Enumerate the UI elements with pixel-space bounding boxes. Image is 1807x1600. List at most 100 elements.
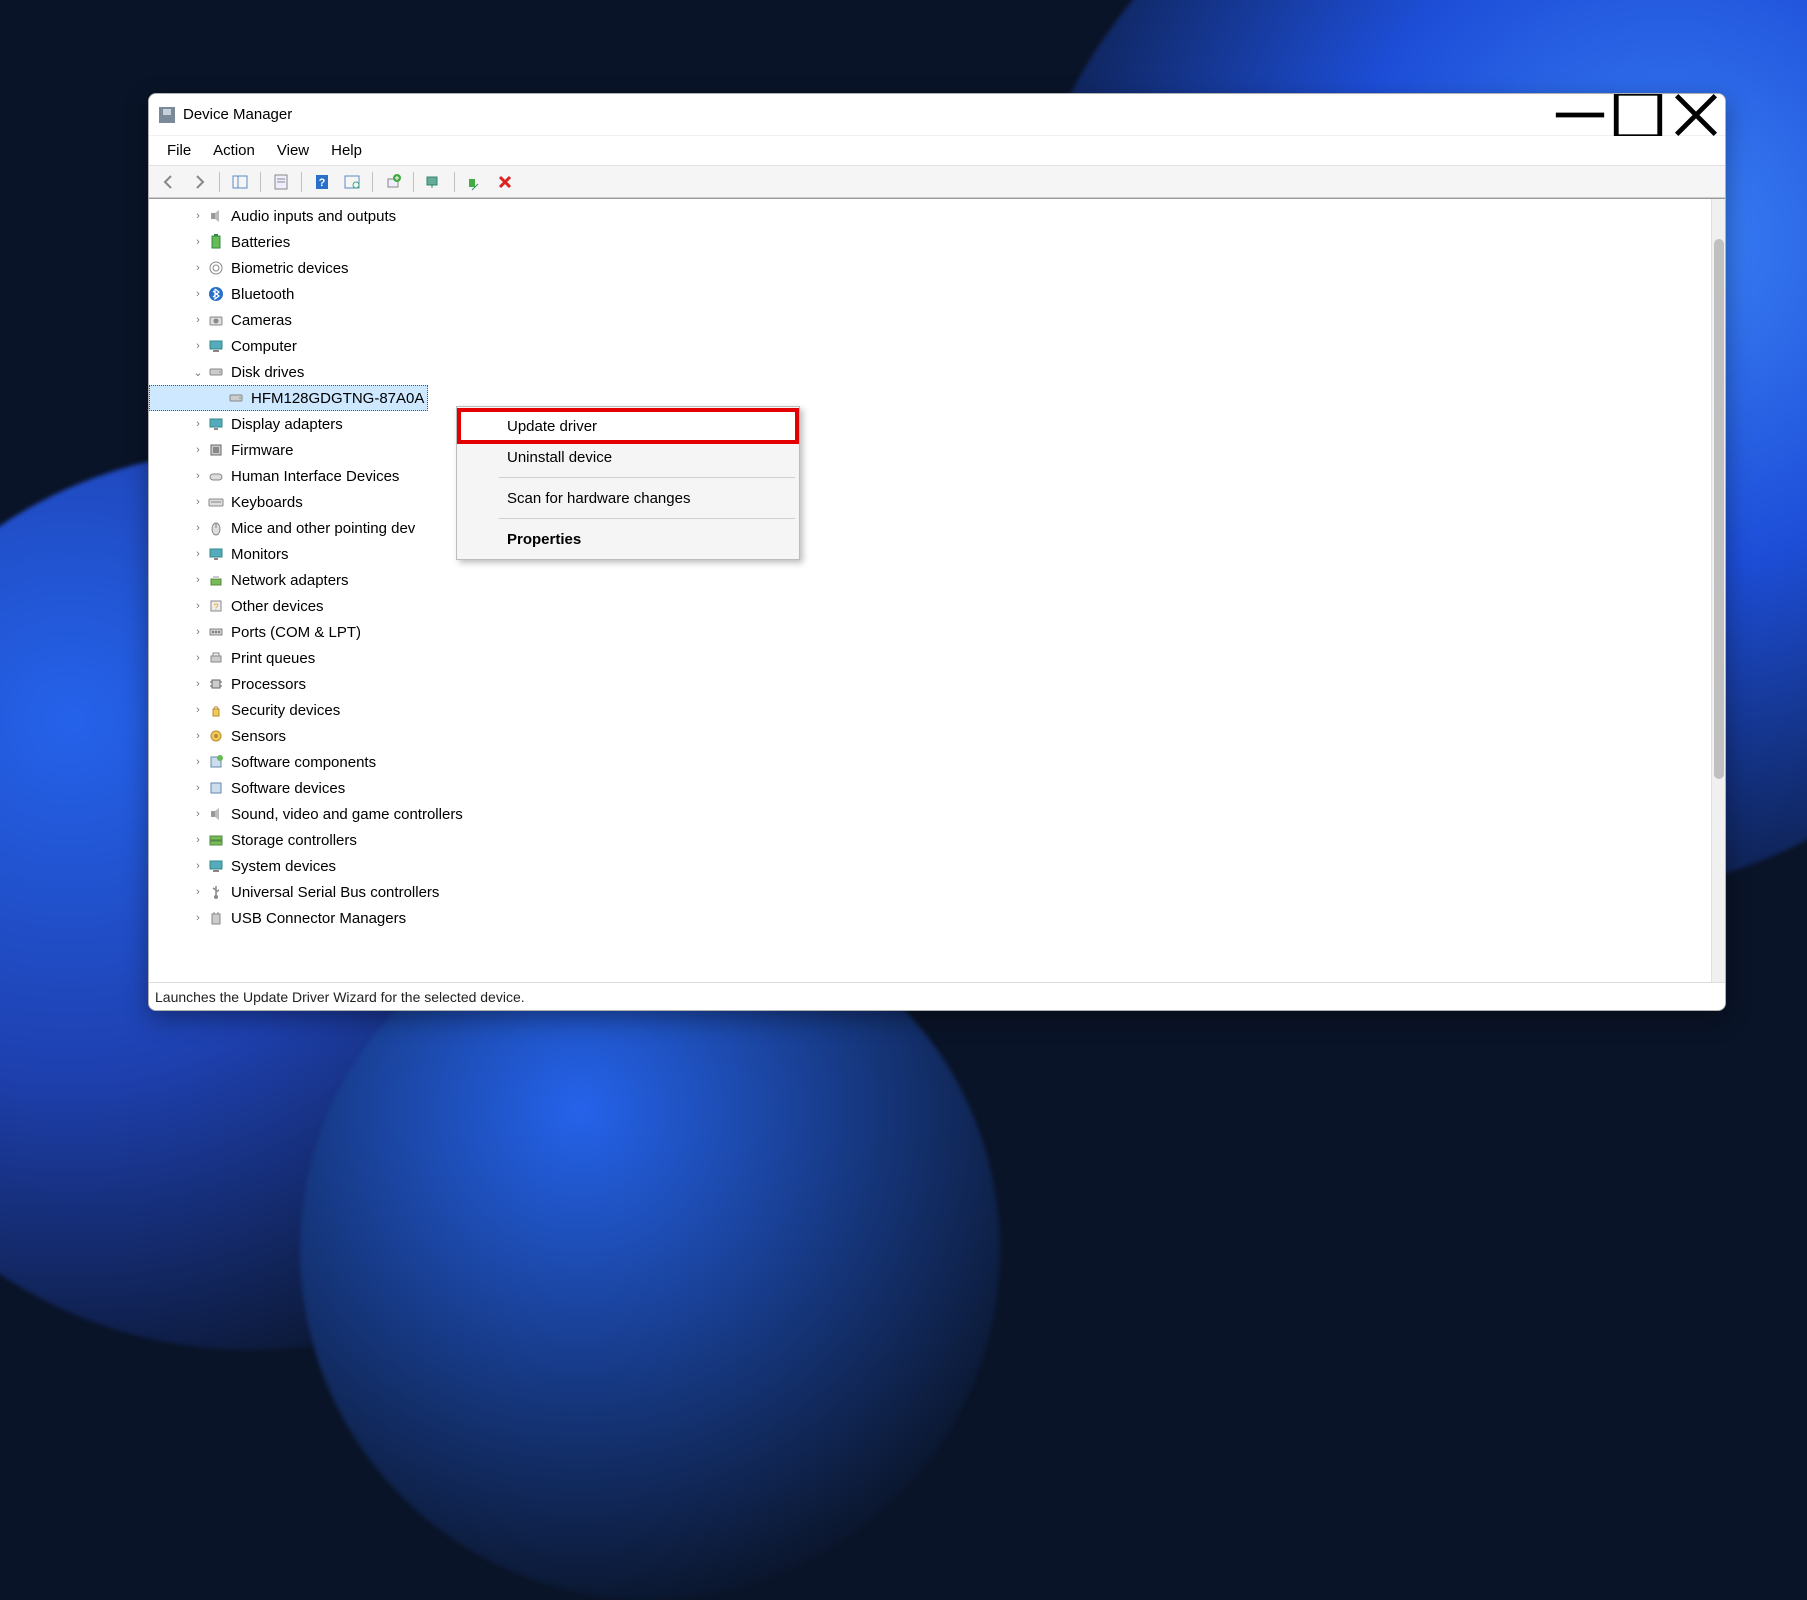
tree-node[interactable]: ›Biometric devices bbox=[149, 255, 1711, 281]
svg-text:?: ? bbox=[319, 177, 326, 189]
close-button[interactable] bbox=[1667, 94, 1725, 136]
chevron-icon[interactable]: › bbox=[189, 600, 207, 612]
chevron-icon[interactable]: › bbox=[189, 808, 207, 820]
tree-node[interactable]: › Display adapters bbox=[149, 411, 1711, 437]
chevron-icon[interactable]: › bbox=[189, 730, 207, 742]
device-manager-window: Device Manager File Action View Help ? bbox=[148, 93, 1726, 1011]
chevron-icon[interactable]: › bbox=[189, 288, 207, 300]
chevron-icon[interactable]: › bbox=[189, 340, 207, 352]
computer-icon bbox=[207, 338, 225, 354]
tree-node[interactable]: ›Software devices bbox=[149, 775, 1711, 801]
tree-node[interactable]: ›Monitors bbox=[149, 541, 1711, 567]
maximize-button[interactable] bbox=[1609, 94, 1667, 136]
tree-node-label: Processors bbox=[231, 676, 306, 693]
chevron-icon[interactable]: › bbox=[189, 444, 207, 456]
status-text: Launches the Update Driver Wizard for th… bbox=[155, 989, 525, 1005]
disable-device-button[interactable] bbox=[461, 170, 489, 194]
chevron-icon[interactable]: › bbox=[189, 470, 207, 482]
chevron-icon[interactable]: › bbox=[189, 418, 207, 430]
tree-node-label: Display adapters bbox=[231, 416, 343, 433]
chevron-icon[interactable]: › bbox=[189, 704, 207, 716]
menu-view[interactable]: View bbox=[267, 140, 319, 161]
tree-node[interactable]: › Keyboards bbox=[149, 489, 1711, 515]
menu-action[interactable]: Action bbox=[203, 140, 265, 161]
chevron-icon[interactable]: › bbox=[189, 522, 207, 534]
tree-node[interactable]: ›Universal Serial Bus controllers bbox=[149, 879, 1711, 905]
chevron-icon[interactable]: › bbox=[189, 782, 207, 794]
chevron-icon[interactable]: › bbox=[189, 314, 207, 326]
chevron-icon[interactable]: › bbox=[189, 886, 207, 898]
tree-node[interactable]: › Software components bbox=[149, 749, 1711, 775]
tree-node[interactable]: ›Bluetooth bbox=[149, 281, 1711, 307]
update-driver-button[interactable] bbox=[379, 170, 407, 194]
chevron-icon[interactable]: › bbox=[189, 834, 207, 846]
chevron-icon[interactable]: › bbox=[189, 626, 207, 638]
chevron-icon[interactable]: › bbox=[189, 652, 207, 664]
disk-icon bbox=[227, 390, 245, 406]
titlebar[interactable]: Device Manager bbox=[149, 94, 1725, 136]
tree-node[interactable]: ›Mice and other pointing dev bbox=[149, 515, 1711, 541]
chevron-icon[interactable]: › bbox=[189, 912, 207, 924]
chevron-icon[interactable]: › bbox=[189, 860, 207, 872]
chevron-icon[interactable]: › bbox=[189, 678, 207, 690]
tree-node[interactable]: › Cameras bbox=[149, 307, 1711, 333]
nav-forward-button[interactable] bbox=[185, 170, 213, 194]
tree-node[interactable]: ›Human Interface Devices bbox=[149, 463, 1711, 489]
chevron-icon[interactable]: › bbox=[189, 548, 207, 560]
tree-node-label: Software components bbox=[231, 754, 376, 771]
tree-node[interactable]: ›Batteries bbox=[149, 229, 1711, 255]
enable-device-button[interactable] bbox=[420, 170, 448, 194]
chevron-icon[interactable]: ⌄ bbox=[189, 366, 207, 379]
tree-node[interactable]: ›USB Connector Managers bbox=[149, 905, 1711, 931]
chevron-icon[interactable]: › bbox=[189, 574, 207, 586]
tree-node[interactable]: ›Security devices bbox=[149, 697, 1711, 723]
chevron-icon[interactable]: › bbox=[189, 210, 207, 222]
scan-hardware-button[interactable] bbox=[338, 170, 366, 194]
minimize-button[interactable] bbox=[1551, 94, 1609, 136]
tree-node[interactable]: ›Print queues bbox=[149, 645, 1711, 671]
tree-node-label: Cameras bbox=[231, 312, 292, 329]
tree-node[interactable]: ›Ports (COM & LPT) bbox=[149, 619, 1711, 645]
tree-node[interactable]: ›Computer bbox=[149, 333, 1711, 359]
tree-node[interactable]: ›Sound, video and game controllers bbox=[149, 801, 1711, 827]
tree-node[interactable]: ›Firmware bbox=[149, 437, 1711, 463]
scrollbar[interactable] bbox=[1711, 199, 1725, 982]
toolbar: ? bbox=[149, 166, 1725, 198]
chevron-icon[interactable]: › bbox=[189, 236, 207, 248]
cpu-icon bbox=[207, 676, 225, 692]
tree-node[interactable]: › Audio inputs and outputs bbox=[149, 203, 1711, 229]
tree-node[interactable]: ›System devices bbox=[149, 853, 1711, 879]
tree-node[interactable]: › Network adapters bbox=[149, 567, 1711, 593]
context-menu-item[interactable]: Properties bbox=[459, 523, 797, 555]
device-tree[interactable]: › Audio inputs and outputs ›Batteries›Biom… bbox=[149, 199, 1711, 982]
menu-file[interactable]: File bbox=[157, 140, 201, 161]
nav-back-button[interactable] bbox=[155, 170, 183, 194]
tree-node-label: Network adapters bbox=[231, 572, 349, 589]
tree-node[interactable]: ›Storage controllers bbox=[149, 827, 1711, 853]
menu-help[interactable]: Help bbox=[321, 140, 372, 161]
other-icon: ? bbox=[207, 598, 225, 614]
firmware-icon bbox=[207, 442, 225, 458]
tree-node-label: Audio inputs and outputs bbox=[231, 208, 396, 225]
context-menu-item[interactable]: Uninstall device bbox=[459, 441, 797, 473]
context-menu-item[interactable]: Update driver bbox=[457, 408, 799, 444]
tree-node-label: Keyboards bbox=[231, 494, 303, 511]
uninstall-device-button[interactable] bbox=[491, 170, 519, 194]
biometric-icon bbox=[207, 260, 225, 276]
tree-node[interactable]: ›?Other devices bbox=[149, 593, 1711, 619]
tree-node[interactable]: ⌄Disk drives bbox=[149, 359, 1711, 385]
system-icon bbox=[207, 858, 225, 874]
chevron-icon[interactable]: › bbox=[189, 496, 207, 508]
network-icon bbox=[207, 572, 225, 588]
chevron-icon[interactable]: › bbox=[189, 756, 207, 768]
svg-text:?: ? bbox=[213, 602, 218, 612]
chevron-icon[interactable]: › bbox=[189, 262, 207, 274]
content-area: › Audio inputs and outputs ›Batteries›Biom… bbox=[149, 198, 1725, 982]
properties-button[interactable] bbox=[267, 170, 295, 194]
tree-node-child[interactable]: HFM128GDGTNG-87A0A bbox=[149, 385, 428, 411]
help-button[interactable]: ? bbox=[308, 170, 336, 194]
tree-node[interactable]: ›Sensors bbox=[149, 723, 1711, 749]
show-hide-tree-button[interactable] bbox=[226, 170, 254, 194]
context-menu-item[interactable]: Scan for hardware changes bbox=[459, 482, 797, 514]
tree-node[interactable]: › Processors bbox=[149, 671, 1711, 697]
